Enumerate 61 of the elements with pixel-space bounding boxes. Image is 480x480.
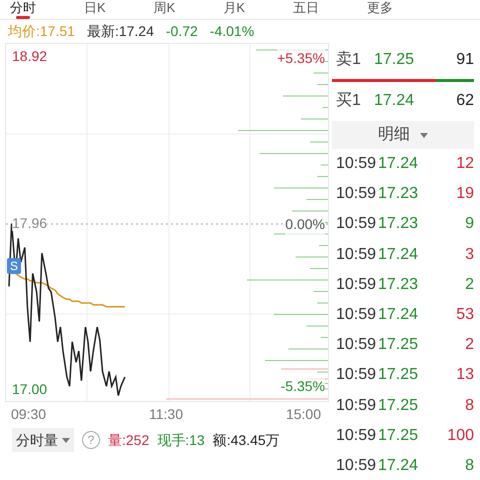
- trade-price: 17.25: [378, 426, 420, 446]
- trade-quantity: 100: [447, 426, 474, 446]
- trade-time: 10:59: [336, 214, 378, 234]
- trade-price: 17.23: [378, 274, 420, 295]
- trade-price: 17.23: [378, 184, 420, 204]
- quote-label: 卖1: [336, 50, 362, 70]
- price-change: -0.72: [166, 22, 198, 41]
- trade-quantity: 12: [456, 154, 474, 174]
- sell-marker: S: [7, 258, 21, 274]
- trade-time: 10:59: [336, 305, 378, 326]
- quote-quantity: 62: [456, 91, 474, 111]
- caret-icon: [420, 132, 428, 138]
- tab[interactable]: 周K: [154, 0, 176, 19]
- current-volume-value: 现手:13: [157, 430, 205, 450]
- trade-time: 10:59: [336, 274, 378, 295]
- trade-time: 10:59: [336, 244, 378, 265]
- trade-price: 17.25: [378, 396, 420, 416]
- tab[interactable]: 分时: [10, 0, 36, 19]
- trade-price: 17.24: [378, 154, 420, 174]
- price-label: 17.00: [12, 381, 48, 397]
- caret-icon: [62, 438, 70, 442]
- quote-price: 17.25: [374, 50, 416, 70]
- trade-time: 10:59: [336, 456, 378, 476]
- trade-price: 17.25: [378, 335, 420, 356]
- time-label: 09:30: [11, 405, 46, 423]
- trade-time: 10:59: [336, 426, 378, 446]
- latest-price: 最新:17.24: [86, 22, 154, 41]
- price-label: 18.92: [12, 48, 48, 64]
- quote-price: 17.24: [374, 91, 416, 111]
- trade-quantity: 3: [465, 244, 474, 265]
- trade-quantity: 13: [456, 365, 474, 386]
- trade-quantity: 9: [465, 214, 474, 234]
- trade-quantity: 2: [465, 335, 474, 356]
- time-label: 11:30: [149, 405, 183, 423]
- time-label: 15:00: [286, 405, 321, 423]
- trade-time: 10:59: [336, 184, 378, 204]
- trade-price: 17.25: [378, 365, 420, 386]
- tab[interactable]: 日K: [84, 0, 106, 19]
- quote-label: 买1: [336, 91, 362, 111]
- trade-price: 17.24: [378, 244, 420, 265]
- trade-price: 17.23: [378, 214, 420, 234]
- trade-quantity: 53: [456, 305, 474, 326]
- indicator-dropdown[interactable]: 分时量: [12, 428, 74, 452]
- quote-quantity: 91: [456, 50, 474, 70]
- tab[interactable]: 五日: [293, 0, 320, 19]
- trade-quantity: 19: [456, 184, 474, 204]
- trade-time: 10:59: [336, 365, 378, 386]
- trade-price: 17.24: [378, 305, 420, 326]
- tab[interactable]: 月K: [223, 0, 246, 19]
- average-price: 均价:17.51: [8, 22, 75, 41]
- trade-time: 10:59: [336, 396, 378, 416]
- tab[interactable]: 更多: [367, 0, 394, 19]
- trade-quantity: 8: [465, 396, 474, 416]
- percent-change: -4.01%: [210, 22, 254, 41]
- volume-value: 量:252: [108, 430, 150, 450]
- trade-quantity: 8: [465, 456, 474, 476]
- trade-quantity: 2: [465, 274, 474, 295]
- trade-price: 17.24: [378, 456, 420, 476]
- trade-time: 10:59: [336, 154, 378, 174]
- trade-time: 10:59: [336, 335, 378, 356]
- amount-value: 额:43.45万: [212, 430, 280, 450]
